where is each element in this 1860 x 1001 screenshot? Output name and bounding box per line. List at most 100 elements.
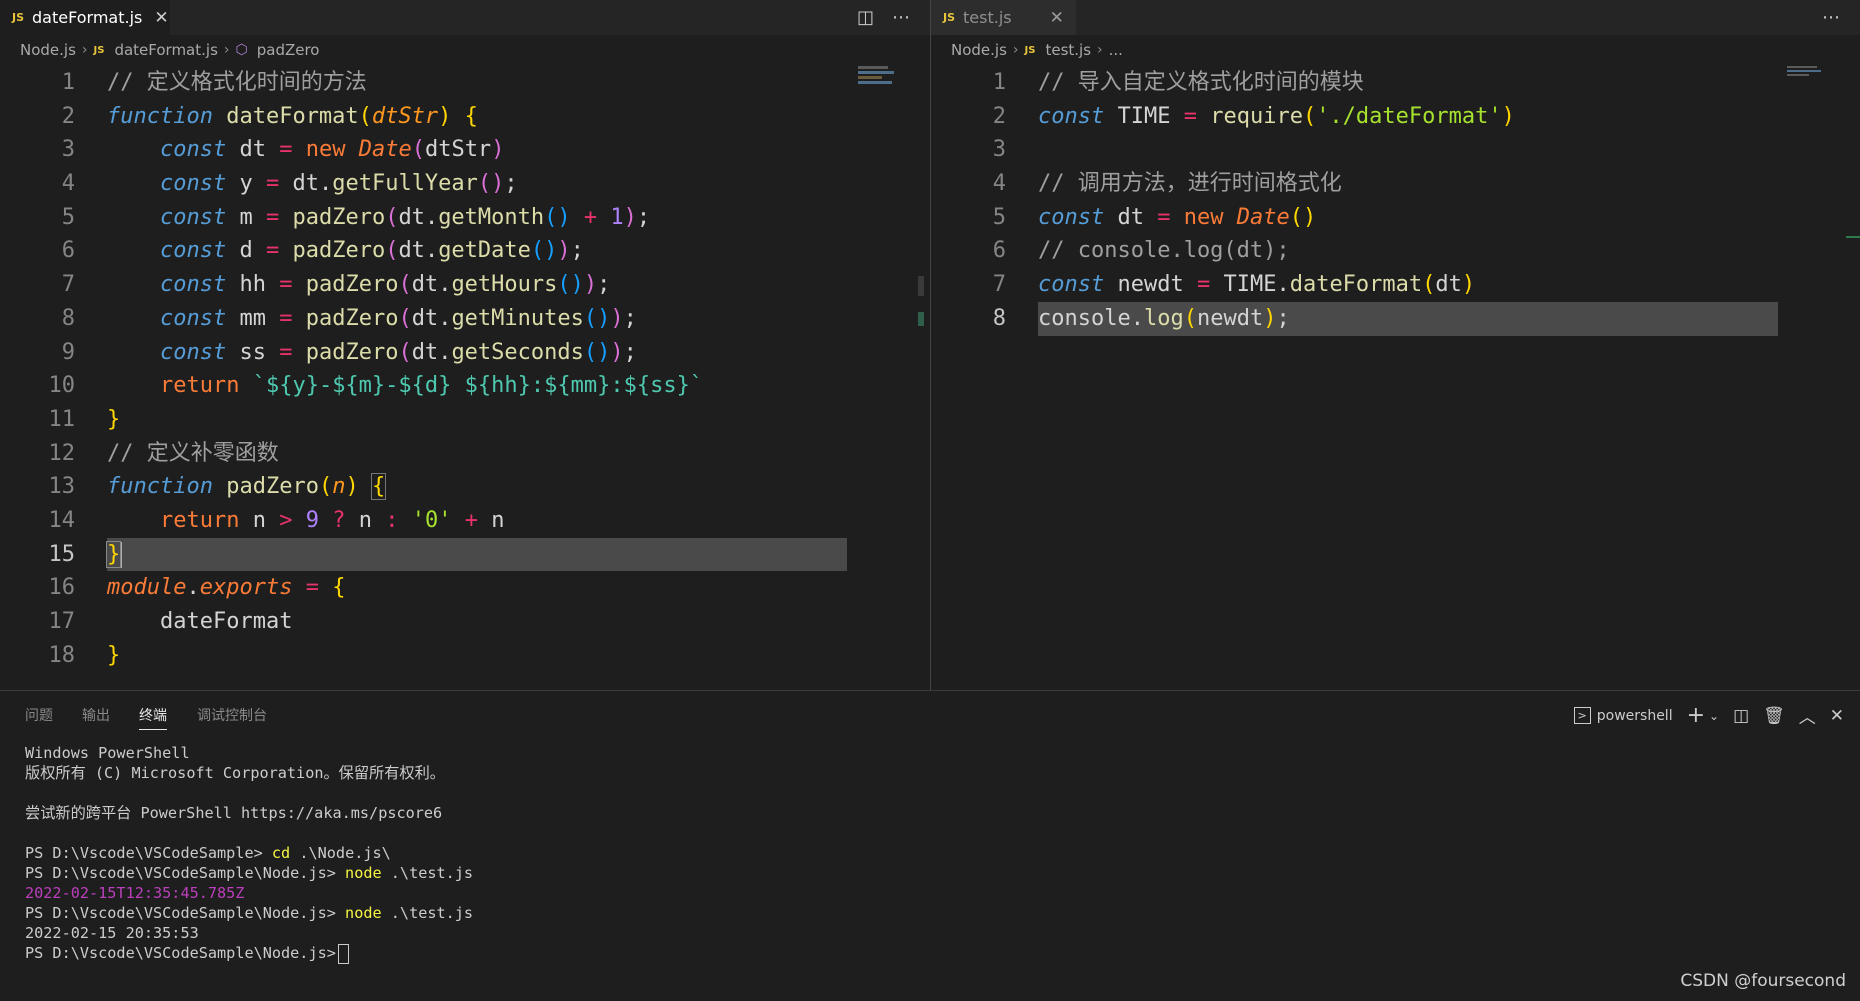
- code-identifier: n: [358, 507, 372, 533]
- code-keyword: function: [107, 103, 213, 129]
- tab-problems[interactable]: 问题: [25, 705, 53, 725]
- tab-test-js[interactable]: JS test.js ✕: [931, 0, 1076, 35]
- split-editor-icon[interactable]: ◫: [857, 7, 874, 28]
- code-method: getDate: [438, 238, 531, 264]
- code-keyword: const: [159, 339, 227, 365]
- new-terminal-icon[interactable]: +: [1687, 703, 1705, 728]
- code-keyword: function: [107, 474, 213, 500]
- terminal-line: PS D:\Vscode\VSCodeSample\Node.js>: [25, 943, 473, 964]
- trash-icon[interactable]: 🗑: [1763, 706, 1785, 726]
- code-class: Date: [1236, 204, 1290, 230]
- line-number: 5: [992, 204, 1006, 230]
- panel-actions: > powershell + ⌄ ◫ 🗑 ︿ ✕: [1573, 703, 1844, 728]
- line-number-current: 8: [992, 305, 1006, 331]
- code-string: '0': [411, 507, 452, 533]
- breadcrumb-folder[interactable]: Node.js: [951, 41, 1007, 59]
- terminal-prompt: PS D:\Vscode\VSCodeSample>: [25, 844, 263, 862]
- tab-dateformat-js[interactable]: JS dateFormat.js ✕: [0, 0, 170, 35]
- line-number: 3: [992, 137, 1006, 163]
- code-identifier: dt: [411, 339, 439, 365]
- code-parameter: dtStr: [371, 103, 439, 129]
- line-number: 7: [992, 272, 1006, 298]
- code-identifier: dt: [239, 137, 266, 163]
- scrollbar-marker: [1846, 236, 1860, 238]
- breadcrumb-file[interactable]: dateFormat.js: [114, 41, 217, 59]
- breadcrumb-file[interactable]: test.js: [1045, 41, 1091, 59]
- shell-name: powershell: [1596, 707, 1673, 724]
- line-number: 13: [48, 474, 76, 500]
- terminal-argument: .\Node.js\: [299, 844, 391, 862]
- code-identifier: mm: [239, 305, 266, 331]
- terminal-line: 版权所有 (C) Microsoft Corporation。保留所有权利。: [25, 764, 445, 782]
- scrollbar-thumb[interactable]: [918, 276, 924, 296]
- chevron-right-icon: ›: [1012, 42, 1019, 58]
- code-identifier: TIME: [1117, 103, 1171, 129]
- code-identifier: dateFormat: [159, 609, 293, 634]
- code-method: getHours: [451, 272, 558, 298]
- terminal-argument: .\test.js: [390, 864, 474, 882]
- code-comment: // 导入自定义格式化时间的模块: [1038, 70, 1364, 95]
- line-number: 11: [48, 406, 76, 432]
- maximize-panel-icon[interactable]: ︿: [1799, 703, 1816, 728]
- code-identifier: dt: [411, 305, 439, 331]
- terminal-line: PS D:\Vscode\VSCodeSample> cd .\Node.js\: [25, 843, 473, 863]
- code-identifier: newdt: [1117, 272, 1184, 298]
- code-identifier: dt: [1435, 272, 1462, 298]
- code-function-call: padZero: [305, 339, 399, 365]
- chevron-down-icon[interactable]: ⌄: [1709, 709, 1719, 723]
- code-number: 1: [610, 204, 624, 230]
- code-class: Date: [358, 137, 412, 163]
- terminal-cursor: [337, 943, 349, 964]
- terminal-argument: .\test.js: [390, 904, 474, 922]
- line-number: 2: [992, 103, 1006, 129]
- code-number: 9: [305, 507, 319, 533]
- code-keyword: const: [159, 272, 227, 298]
- chevron-right-icon: ›: [1097, 42, 1103, 58]
- more-actions-icon[interactable]: ⋯: [892, 7, 910, 28]
- code-comment: // 定义格式化时间的方法: [107, 70, 367, 95]
- editor-pane-left[interactable]: JS dateFormat.js ✕ ◫ ⋯ Node.js › JS date…: [0, 0, 930, 690]
- code-template-string: `${y}-${m}-${d} ${hh}:${mm}:${ss}`: [252, 373, 704, 399]
- more-actions-icon[interactable]: ⋯: [1822, 7, 1840, 28]
- code-keyword: const: [1038, 272, 1105, 298]
- tab-label: dateFormat.js: [32, 8, 143, 27]
- breadcrumb-folder[interactable]: Node.js: [20, 41, 76, 59]
- code-property: exports: [199, 575, 293, 601]
- line-number: 1: [61, 70, 75, 95]
- code-function-call: padZero: [305, 305, 399, 331]
- minimap[interactable]: [858, 66, 898, 90]
- breadcrumb-symbol[interactable]: ...: [1109, 41, 1123, 59]
- tab-debug-console[interactable]: 调试控制台: [197, 705, 267, 725]
- close-icon[interactable]: ✕: [154, 8, 168, 28]
- code-method: getMinutes: [451, 305, 584, 331]
- code-method: getFullYear: [332, 171, 478, 197]
- code-identifier: dt: [398, 204, 425, 230]
- split-terminal-icon[interactable]: ◫: [1733, 706, 1749, 726]
- code-keyword: const: [159, 171, 227, 197]
- code-editor-right[interactable]: 1// 导入自定义格式化时间的模块 2 const TIME = require(…: [931, 66, 1860, 336]
- code-keyword: const: [159, 137, 227, 163]
- line-number: 6: [61, 238, 75, 264]
- code-editor-left[interactable]: 1// 定义格式化时间的方法 2 function dateFormat(dtSt…: [0, 66, 930, 672]
- editor-pane-right[interactable]: JS test.js ✕ ⋯ Node.js › JS test.js › ..…: [931, 0, 1860, 690]
- tab-output[interactable]: 输出: [82, 705, 110, 725]
- code-keyword: const: [159, 238, 227, 264]
- js-file-icon: JS: [12, 11, 25, 24]
- code-keyword: return: [159, 507, 240, 533]
- terminal-command: node: [345, 904, 382, 922]
- tab-terminal[interactable]: 终端: [139, 705, 167, 730]
- close-panel-icon[interactable]: ✕: [1830, 706, 1844, 726]
- terminal-output-line: 2022-02-15 20:35:53: [25, 924, 199, 942]
- breadcrumb-symbol[interactable]: padZero: [257, 41, 320, 59]
- line-number: 5: [61, 204, 75, 230]
- code-keyword: const: [159, 204, 227, 230]
- terminal-command: node: [345, 864, 382, 882]
- code-comment: // console.log(dt);: [1038, 238, 1290, 264]
- minimap[interactable]: [1787, 66, 1827, 90]
- close-icon[interactable]: ✕: [1050, 8, 1064, 28]
- terminal-output[interactable]: Windows PowerShell 版权所有 (C) Microsoft Co…: [25, 743, 474, 964]
- line-number: 8: [61, 305, 75, 331]
- terminal-shell-selector[interactable]: > powershell: [1573, 707, 1673, 724]
- code-function-call: require: [1210, 103, 1303, 129]
- code-identifier: dt: [411, 272, 439, 298]
